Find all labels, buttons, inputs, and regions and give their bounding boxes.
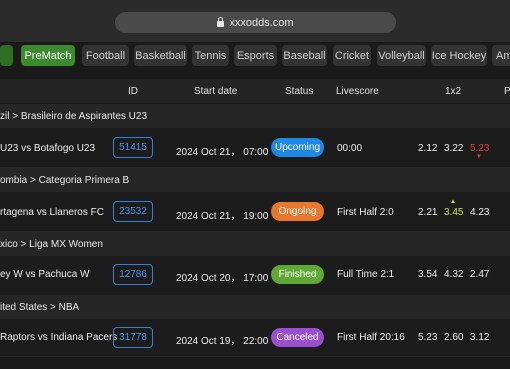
header-id: ID xyxy=(128,86,138,97)
match-row[interactable]: U23 vs Botafogo U23 51415 2024 Oct 21， 0… xyxy=(0,128,510,168)
status-badge: Finished xyxy=(271,265,324,284)
match-id-button[interactable]: 23532 xyxy=(113,201,153,222)
start-date: 2024 Oct 21， 19:00 xyxy=(176,211,269,222)
status-badge: Upcoming xyxy=(271,138,324,157)
league-name: ombia > Categoria Primera B xyxy=(0,175,130,186)
odds-away[interactable]: 2.47 xyxy=(470,269,489,280)
odds-draw[interactable]: 2.60 xyxy=(444,332,463,343)
start-date: 2024 Oct 19， 22:00 xyxy=(176,336,269,347)
odds-away[interactable]: 3.12 xyxy=(470,332,489,343)
livescore: First Half 20:16 xyxy=(337,332,405,343)
livescore: Full Time 2:1 xyxy=(337,269,395,280)
livescore: First Half 2:0 xyxy=(337,207,394,218)
odds-home[interactable]: 2.21 xyxy=(418,207,437,218)
sport-tabs: PreMatch Football Basketball Tennis Espo… xyxy=(0,45,510,67)
odds-up-arrow-icon: ▲ xyxy=(450,199,456,205)
match-name: Raptors vs Indiana Pacers xyxy=(0,332,118,343)
odds-down-arrow-icon: ▼ xyxy=(476,154,482,160)
tab-football[interactable]: Football xyxy=(82,45,129,66)
odds-draw[interactable]: 4.32 xyxy=(444,269,463,280)
tab-cricket[interactable]: Cricket xyxy=(333,45,371,66)
league-header: xico > Liga MX Women xyxy=(0,232,510,256)
odds-home[interactable]: 5.23 xyxy=(418,332,437,343)
league-header: ited States > NBA xyxy=(0,295,510,319)
odds-home[interactable]: 3.54 xyxy=(418,269,437,280)
match-name: rtagena vs Llaneros FC xyxy=(0,207,104,218)
livescore: 00:00 xyxy=(337,143,363,154)
league-name: xico > Liga MX Women xyxy=(0,239,103,250)
tab-prematch[interactable]: PreMatch xyxy=(21,45,75,66)
tab-partial-left[interactable] xyxy=(0,45,13,66)
match-id-button[interactable]: 51415 xyxy=(113,137,153,158)
header-status: Status xyxy=(285,86,314,97)
address-bar[interactable]: xxxodds.com xyxy=(115,12,396,33)
start-date: 2024 Oct 20， 17:00 xyxy=(176,273,269,284)
odds-draw[interactable]: 3.22 xyxy=(444,143,463,154)
table-header: ID Start date Status Livescore 1x2 P xyxy=(0,79,510,103)
lock-icon xyxy=(217,16,225,27)
match-row[interactable]: Raptors vs Indiana Pacers 31778 2024 Oct… xyxy=(0,319,510,357)
match-id-button[interactable]: 31778 xyxy=(113,327,153,348)
status-badge: Ongoing xyxy=(271,202,324,221)
match-row[interactable]: ey W vs Pachuca W 12786 2024 Oct 20， 17:… xyxy=(0,256,510,296)
status-badge: Canceled xyxy=(271,328,324,347)
header-odds: 1x2 xyxy=(445,86,462,97)
league-name: zil > Brasileiro de Aspirantes U23 xyxy=(0,111,148,122)
match-id-button[interactable]: 12786 xyxy=(113,264,153,285)
match-row[interactable]: rtagena vs Llaneros FC 23532 2024 Oct 21… xyxy=(0,192,510,232)
league-name: ited States > NBA xyxy=(0,302,80,313)
odds-draw[interactable]: 3.45 xyxy=(444,207,463,218)
match-name: ey W vs Pachuca W xyxy=(0,269,90,280)
league-header: ombia > Categoria Primera B xyxy=(0,168,510,192)
header-livescore: Livescore xyxy=(336,86,379,97)
odds-away[interactable]: 4.23 xyxy=(470,207,489,218)
tab-esports[interactable]: Esports xyxy=(234,45,277,66)
start-date: 2024 Oct 21， 07:00 xyxy=(176,147,269,158)
league-header: zil > Brasileiro de Aspirantes U23 xyxy=(0,104,510,128)
odds-home[interactable]: 2.12 xyxy=(418,143,437,154)
tab-basketball[interactable]: Basketball xyxy=(134,45,187,66)
tab-partial-right[interactable]: Am xyxy=(492,45,510,66)
header-extra: P xyxy=(504,86,510,97)
tab-volleyball[interactable]: Volleyball xyxy=(377,45,426,66)
tab-baseball[interactable]: Baseball xyxy=(282,45,327,66)
browser-top-bar: xxxodds.com xyxy=(0,0,510,42)
tab-tennis[interactable]: Tennis xyxy=(192,45,229,66)
tab-ice-hockey[interactable]: Ice Hockey xyxy=(431,45,487,66)
url-text: xxxodds.com xyxy=(229,16,294,29)
match-name: U23 vs Botafogo U23 xyxy=(0,143,96,154)
odds-away[interactable]: 5.23 xyxy=(470,143,489,154)
header-start-date: Start date xyxy=(194,86,238,97)
